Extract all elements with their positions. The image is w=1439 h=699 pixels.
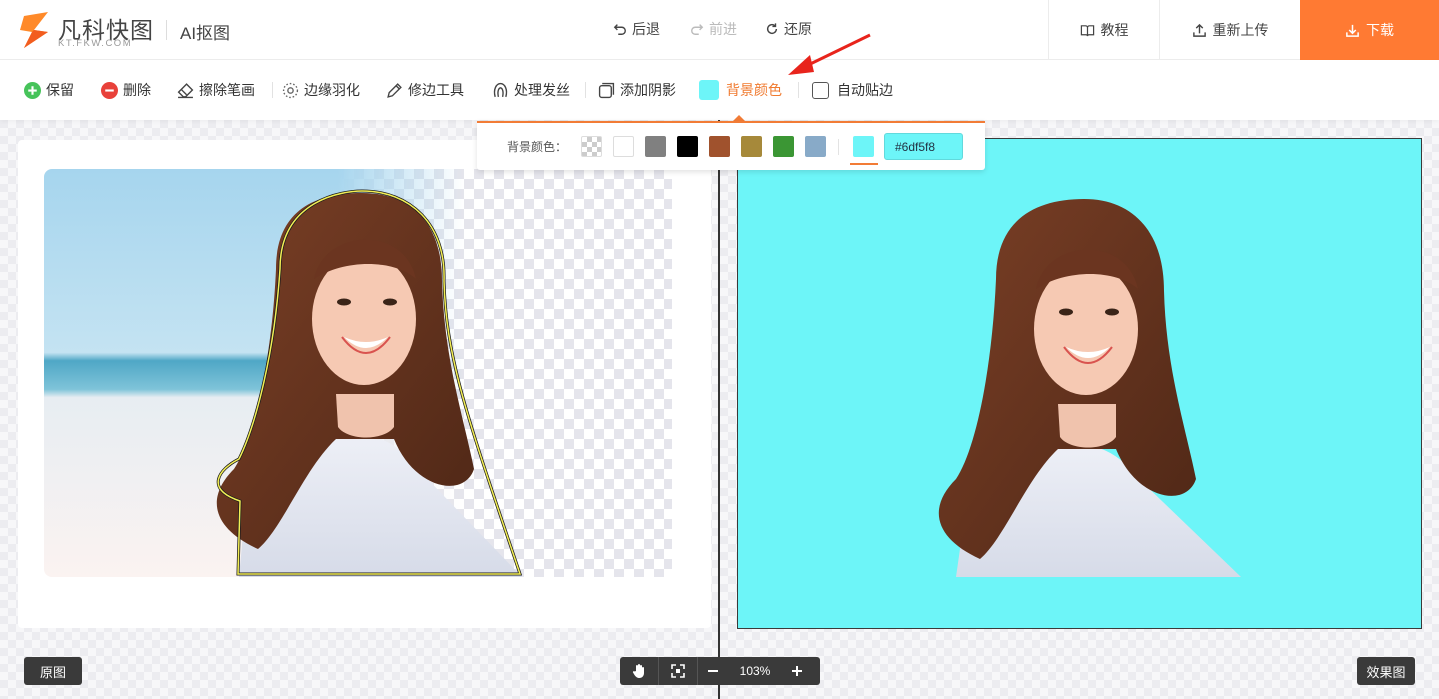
plus-icon	[792, 666, 802, 676]
pan-button[interactable]	[620, 657, 658, 685]
auto-snap-label: 自动贴边	[837, 82, 893, 98]
shadow-icon	[598, 82, 615, 98]
undo-label: 后退	[632, 21, 660, 37]
original-view-button[interactable]: 原图	[24, 657, 82, 685]
zoom-level: 103%	[739, 664, 771, 678]
picker-selected-indicator	[850, 163, 878, 165]
eraser-label: 擦除笔画	[199, 82, 255, 98]
swatch-transparent[interactable]	[581, 136, 602, 157]
undo-button[interactable]: 后退	[613, 19, 660, 39]
swatch-gray[interactable]	[645, 136, 666, 157]
pen-icon	[387, 82, 402, 98]
bg-color-popup: 背景颜色：	[477, 121, 985, 170]
shadow-tool[interactable]: 添加阴影	[598, 80, 676, 100]
minus-circle-icon	[101, 81, 118, 99]
swatch-olive[interactable]	[741, 136, 762, 157]
swatch-steel-blue[interactable]	[805, 136, 826, 157]
hand-icon	[632, 664, 644, 678]
feather-dots-icon	[282, 82, 299, 98]
swatch-white[interactable]	[613, 136, 634, 157]
swatch-black[interactable]	[677, 136, 698, 157]
redo-label: 前进	[709, 21, 737, 37]
annotation-arrow-icon	[788, 33, 871, 75]
edit-toolbar: 保留 删除 擦除笔画 边缘羽化 修边工具 处理发丝 添加阴影 背景颜色 自动贴边	[0, 60, 1439, 120]
hair-label: 处理发丝	[514, 82, 570, 98]
delete-label: 删除	[123, 82, 151, 98]
toolbar-divider	[585, 82, 586, 98]
brand-divider	[166, 20, 167, 40]
eraser-icon	[177, 82, 194, 98]
fit-screen-icon	[671, 664, 685, 678]
restore-icon	[766, 23, 778, 35]
download-button[interactable]: 下载	[1300, 0, 1439, 60]
swatch-green[interactable]	[773, 136, 794, 157]
book-icon	[1080, 24, 1094, 36]
auto-snap-checkbox[interactable]	[812, 81, 829, 99]
subject-photo	[216, 189, 523, 577]
shadow-label: 添加阴影	[620, 82, 676, 98]
original-image-canvas[interactable]	[44, 169, 672, 577]
fkw-logo-icon[interactable]	[18, 10, 54, 50]
swatch-brown[interactable]	[709, 136, 730, 157]
delete-tool[interactable]: 删除	[101, 80, 151, 100]
edge-tool-label: 修边工具	[408, 82, 464, 98]
feather-tool[interactable]: 边缘羽化	[282, 80, 360, 100]
brand-domain: KT.FKW.COM	[58, 38, 133, 49]
toolbar-divider	[798, 82, 799, 98]
keep-label: 保留	[46, 82, 74, 98]
top-header: 凡科快图 KT.FKW.COM AI抠图 后退 前进 还原 教程 重新上传 下载	[0, 0, 1439, 60]
reupload-button[interactable]: 重新上传	[1159, 0, 1300, 60]
hex-color-input[interactable]	[884, 133, 963, 160]
app-title: AI抠图	[180, 24, 231, 43]
edge-tool[interactable]: 修边工具	[386, 80, 464, 100]
redo-button[interactable]: 前进	[690, 19, 737, 39]
undo-icon	[613, 24, 626, 35]
download-icon	[1346, 24, 1359, 37]
fit-screen-button[interactable]	[659, 657, 697, 685]
feather-label: 边缘羽化	[304, 82, 360, 98]
keep-tool[interactable]: 保留	[24, 80, 74, 100]
result-canvas[interactable]	[737, 138, 1422, 629]
result-view-label: 效果图	[1366, 664, 1406, 680]
upload-icon	[1192, 23, 1206, 37]
tutorial-label: 教程	[1100, 22, 1129, 38]
bg-color-label: 背景颜色	[726, 82, 782, 98]
zoom-controls: 103%	[620, 657, 820, 685]
current-bg-swatch	[699, 80, 719, 100]
toolbar-divider	[272, 82, 273, 98]
hair-tool[interactable]: 处理发丝	[492, 80, 570, 100]
eraser-tool[interactable]: 擦除笔画	[177, 80, 255, 100]
auto-snap-toggle[interactable]: 自动贴边	[812, 80, 893, 100]
result-view-button[interactable]: 效果图	[1357, 657, 1415, 685]
result-subject-photo	[938, 199, 1241, 577]
bg-color-tool[interactable]: 背景颜色	[699, 80, 782, 100]
popup-divider	[838, 139, 839, 155]
tutorial-button[interactable]: 教程	[1048, 0, 1159, 60]
zoom-in-button[interactable]	[782, 657, 812, 685]
minus-icon	[708, 670, 718, 672]
original-view-label: 原图	[39, 664, 66, 680]
hair-icon	[493, 82, 508, 97]
zoom-out-button[interactable]	[698, 657, 728, 685]
bg-color-popup-label: 背景颜色：	[507, 140, 568, 154]
compare-divider[interactable]	[718, 120, 720, 699]
reupload-label: 重新上传	[1212, 22, 1269, 38]
plus-circle-icon	[24, 81, 41, 99]
redo-icon	[691, 24, 704, 35]
custom-color-picker[interactable]	[853, 136, 874, 157]
download-label: 下载	[1366, 22, 1394, 38]
